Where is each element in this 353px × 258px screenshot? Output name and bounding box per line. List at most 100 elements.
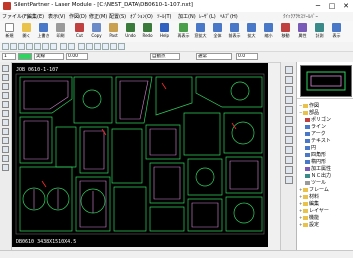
tree-item[interactable]: テキスト (305, 137, 331, 144)
parallel-icon[interactable] (68, 43, 75, 50)
tree-item[interactable]: 加工属性 (305, 165, 331, 172)
menu-modify[interactable]: 修正(M) (89, 13, 107, 20)
width-combo[interactable]: 0.00 (66, 53, 88, 60)
menu-edit[interactable]: 編集(E) (27, 13, 44, 20)
tree-item[interactable]: − 部品 (299, 109, 319, 116)
menu-laser[interactable]: ﾚｰｻﾞ(L) (199, 13, 216, 20)
tree-item[interactable]: ツール (305, 179, 326, 186)
tree-item[interactable]: − 作図 (299, 102, 319, 109)
tree-item[interactable]: ＮＣ出力 (305, 172, 331, 179)
quick-access-toolbar[interactable]: ｸｲｯｸｱｸｾｽﾂｰﾙﾊﾞｰ (283, 13, 318, 20)
settings-icon[interactable] (285, 146, 293, 154)
snap-intersect-icon[interactable] (26, 43, 33, 50)
tree-item[interactable]: + フレーム (299, 186, 329, 193)
sheet-icon[interactable] (285, 96, 293, 104)
arc-tool-icon[interactable] (2, 83, 9, 90)
snap-tangent-icon[interactable] (50, 43, 57, 50)
tree-item[interactable]: + 編集 (299, 200, 319, 207)
preview-thumbnail[interactable] (300, 65, 352, 97)
value-field[interactable]: 0.0 (236, 53, 258, 60)
new-button[interactable]: 新規 (1, 22, 18, 41)
dimension-icon[interactable] (118, 43, 125, 50)
rectangle-icon[interactable] (78, 43, 85, 50)
prev-view-button[interactable]: 前表示 (226, 22, 243, 41)
arc-icon[interactable] (86, 43, 93, 50)
scale-tool-icon[interactable] (2, 164, 9, 171)
mode-combo[interactable]: 自動点 (150, 53, 180, 60)
attribute-button[interactable]: 属性 (294, 22, 311, 41)
nc-icon[interactable] (285, 126, 293, 134)
tree-item[interactable]: + 機能 (299, 214, 319, 221)
tree-item[interactable]: + 設定 (299, 221, 319, 228)
import-icon[interactable] (285, 166, 293, 174)
snap-point-icon[interactable] (2, 43, 9, 50)
pan-button[interactable]: 移動 (277, 22, 294, 41)
layer-combo[interactable]: 1 (2, 53, 16, 60)
paste-button[interactable]: Past (105, 22, 122, 41)
property-icon[interactable] (285, 76, 293, 84)
trim-tool-icon[interactable] (2, 128, 9, 135)
tree-item[interactable]: + レイヤー (299, 207, 329, 214)
menu-view[interactable]: 表示(V) (48, 13, 65, 20)
undo-button[interactable]: Undo (122, 22, 139, 41)
print-button[interactable]: 印刷 (52, 22, 69, 41)
menu-file[interactable]: ファイル(F) (2, 13, 29, 20)
tree-item[interactable]: ポリゴン (305, 116, 331, 123)
menu-place[interactable]: 配置(S) (109, 13, 126, 20)
sim-icon[interactable] (285, 116, 293, 124)
fit-all-button[interactable]: 全体 (209, 22, 226, 41)
menu-tool[interactable]: ﾂｰﾙ(T) (157, 13, 171, 20)
display-button[interactable]: 表示 (328, 22, 345, 41)
minimize-button[interactable]: ─ (311, 0, 325, 12)
export-icon[interactable] (285, 156, 293, 164)
select-tool-icon[interactable] (2, 65, 9, 72)
redraw-button[interactable]: 再表示 (175, 22, 192, 41)
text-tool-icon[interactable] (2, 119, 9, 126)
nest-icon[interactable] (285, 86, 293, 94)
tree-item[interactable]: 円 (305, 144, 316, 151)
ellipse-icon[interactable] (102, 43, 109, 50)
maximize-button[interactable]: □ (325, 0, 339, 12)
tree-item[interactable]: アーク (305, 130, 326, 137)
snap-center-icon[interactable] (34, 43, 41, 50)
text-icon[interactable] (110, 43, 117, 50)
copy-button[interactable]: Copy (88, 22, 105, 41)
ortho-icon[interactable] (60, 43, 67, 50)
circle-tool-icon[interactable] (2, 92, 9, 99)
circle-icon[interactable] (94, 43, 101, 50)
tree-item[interactable]: ライン (305, 123, 326, 130)
menu-process[interactable]: 加工(N) (178, 13, 196, 20)
info-icon[interactable] (285, 176, 293, 184)
zoom-window-button[interactable]: 窓拡大 (192, 22, 209, 41)
report-icon[interactable] (285, 136, 293, 144)
color-combo[interactable] (18, 53, 32, 60)
path-icon[interactable] (285, 106, 293, 114)
poly-tool-icon[interactable] (2, 110, 9, 117)
snap-perpendicular-icon[interactable] (42, 43, 49, 50)
menu-help[interactable]: ﾍﾙﾌﾟ(H) (220, 13, 238, 20)
rotate-tool-icon[interactable] (2, 155, 9, 162)
tree-item[interactable]: + 材料 (299, 193, 319, 200)
layer-icon[interactable] (285, 66, 293, 74)
rect-tool-icon[interactable] (2, 101, 9, 108)
cut-button[interactable]: Cut (71, 22, 88, 41)
close-button[interactable]: ✕ (339, 0, 353, 12)
open-button[interactable]: 開く (18, 22, 35, 41)
tree-item[interactable]: 四角形 (305, 151, 326, 158)
attr-combo[interactable]: 通常 (196, 53, 232, 60)
menu-option[interactable]: ｵﾌﾟｼｮﾝ(O) (130, 13, 153, 20)
snap-end-icon[interactable] (10, 43, 17, 50)
drawing-canvas[interactable]: JOB 0610-1-107 DB0610 3438X1510X4.5 (12, 63, 268, 247)
linetype-combo[interactable]: 実線 (34, 53, 64, 60)
menu-draw[interactable]: 作図(D) (69, 13, 87, 20)
save-button[interactable]: 上書き (35, 22, 52, 41)
help-button[interactable]: Help (156, 22, 173, 41)
zoom-out-button[interactable]: 縮小 (260, 22, 277, 41)
line-tool-icon[interactable] (2, 74, 9, 81)
offset-tool-icon[interactable] (2, 137, 9, 144)
redo-button[interactable]: Redo (139, 22, 156, 41)
mirror-tool-icon[interactable] (2, 146, 9, 153)
snap-mid-icon[interactable] (18, 43, 25, 50)
zoom-in-button[interactable]: 拡大 (243, 22, 260, 41)
tree-item[interactable]: 楕円形 (305, 158, 326, 165)
